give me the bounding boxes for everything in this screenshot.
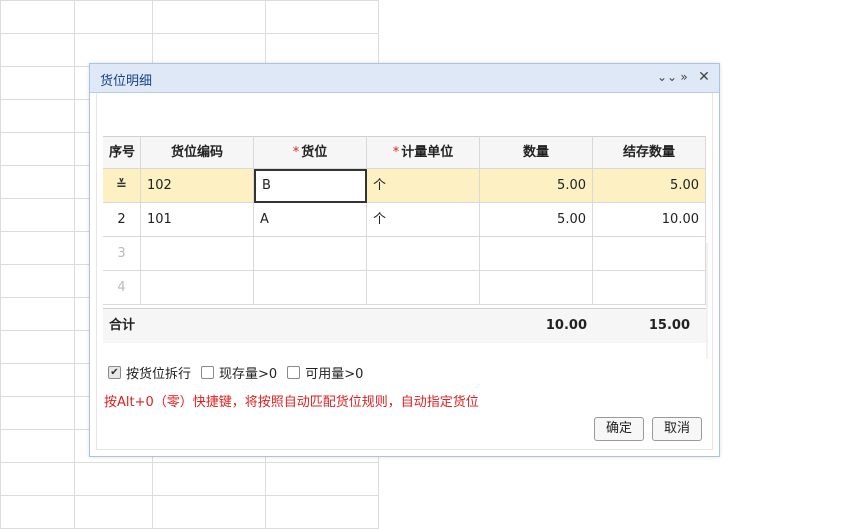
cell-unit[interactable]: [367, 271, 480, 305]
cell-balance[interactable]: [593, 271, 706, 305]
sheet-cell: [0, 0, 75, 34]
sheet-cell: [0, 231, 75, 265]
option-label: 现存量>0: [219, 367, 278, 382]
summary-qty: 10.00: [545, 318, 587, 333]
sheet-cell: [74, 462, 153, 496]
sheet-cell: [0, 132, 75, 166]
sheet-cell: [265, 495, 379, 529]
option-available-gt-zero[interactable]: 可用量>0: [287, 363, 363, 382]
header-label: 货位: [301, 145, 328, 160]
sheet-cell: [0, 462, 75, 496]
summary-row: 合计 10.00 15.00: [103, 308, 708, 343]
cell-unit[interactable]: 个: [367, 169, 480, 203]
collapse-icon[interactable]: ⌄⌄: [657, 68, 677, 86]
required-mark: *: [292, 145, 300, 160]
location-detail-dialog: 货位明细 ⌄⌄ » ✕ 序号 货位编码 * 货位 * 计量单位 数量 结存数量 ≚ 102 B 个 5.…: [89, 63, 720, 457]
sheet-cell: [0, 198, 75, 232]
sheet-cell: [0, 396, 75, 430]
header-label: 数量: [522, 145, 549, 160]
cell-balance[interactable]: 10.00: [593, 203, 706, 237]
checkbox-stock-gt-zero[interactable]: [201, 366, 215, 379]
cell-balance[interactable]: 5.00: [593, 169, 706, 203]
dialog-titlebar[interactable]: 货位明细 ⌄⌄ » ✕: [90, 64, 719, 93]
summary-label: 合计: [109, 318, 136, 333]
sheet-cell: [74, 495, 153, 529]
header-label: 货位编码: [170, 145, 223, 160]
summary-balance: 15.00: [648, 318, 690, 333]
option-stock-gt-zero[interactable]: 现存量>0: [201, 363, 277, 382]
cancel-button[interactable]: 取消: [652, 417, 702, 441]
header-col-location-code[interactable]: 货位编码: [141, 136, 254, 169]
cell-location[interactable]: [254, 237, 367, 271]
cell-unit[interactable]: 个: [367, 203, 480, 237]
cell-qty[interactable]: [480, 271, 593, 305]
sheet-cell: [152, 0, 266, 34]
sheet-cell: [152, 462, 266, 496]
cell-code[interactable]: [141, 237, 254, 271]
sheet-cell: [0, 264, 75, 298]
sheet-cell: [0, 99, 75, 133]
sheet-cell: [0, 66, 75, 100]
sheet-cell: [0, 297, 75, 331]
cell-balance[interactable]: [593, 237, 706, 271]
cell-location[interactable]: B: [254, 169, 367, 203]
shortcut-hint: 按Alt+0（零）快捷键，将按照自动匹配货位规则，自动指定货位: [104, 395, 479, 410]
scroll-up-icon[interactable]: ▲: [706, 243, 708, 255]
sheet-cell: [265, 33, 379, 67]
expand-icon[interactable]: »: [677, 68, 691, 86]
dialog-title: 货位明细: [100, 74, 153, 89]
header-col-unit[interactable]: * 计量单位: [367, 136, 480, 169]
header-label: 序号: [109, 145, 136, 160]
cell-unit[interactable]: [367, 237, 480, 271]
vertical-scrollbar[interactable]: ▲ ▼: [706, 243, 708, 359]
option-label: 按货位拆行: [126, 367, 192, 382]
cell-qty[interactable]: [480, 237, 593, 271]
header-label: 计量单位: [401, 145, 454, 160]
sheet-cell: [0, 363, 75, 397]
cell-index[interactable]: 2: [103, 203, 141, 237]
ok-button[interactable]: 确定: [594, 417, 644, 441]
sheet-cell: [74, 33, 153, 67]
cell-index[interactable]: 4: [103, 271, 141, 305]
sheet-cell: [152, 495, 266, 529]
required-mark: *: [392, 145, 400, 160]
sheet-cell: [74, 0, 153, 34]
option-label: 可用量>0: [305, 367, 364, 382]
header-col-qty[interactable]: 数量: [480, 136, 593, 169]
sheet-cell: [152, 33, 266, 67]
header-col-index[interactable]: 序号: [103, 136, 141, 169]
checkbox-split-by-location[interactable]: ✔: [108, 366, 121, 379]
cell-qty[interactable]: 5.00: [480, 169, 593, 203]
cell-location[interactable]: [254, 271, 367, 305]
cell-qty[interactable]: 5.00: [480, 203, 593, 237]
location-grid: 序号 货位编码 * 货位 * 计量单位 数量 结存数量 ≚ 102 B 个 5.00 5.00 2 101 A 个…: [103, 136, 708, 359]
cell-code[interactable]: 101: [141, 203, 254, 237]
options-bar: ✔ 按货位拆行 现存量>0 可用量>0: [108, 363, 363, 382]
sheet-cell: [265, 0, 379, 34]
sheet-cell: [265, 462, 379, 496]
header-label: 结存数量: [622, 145, 675, 160]
sheet-cell: [0, 165, 75, 199]
cell-code[interactable]: [141, 271, 254, 305]
header-col-location[interactable]: * 货位: [254, 136, 367, 169]
sheet-cell: [0, 429, 75, 463]
cell-code[interactable]: 102: [141, 169, 254, 203]
option-split-by-location[interactable]: ✔ 按货位拆行: [108, 363, 191, 382]
sheet-cell: [0, 33, 75, 67]
header-col-balance[interactable]: 结存数量: [593, 136, 706, 169]
checkbox-available-gt-zero[interactable]: [287, 366, 301, 379]
sheet-cell: [0, 495, 75, 529]
cell-location[interactable]: A: [254, 203, 367, 237]
sheet-cell: [0, 330, 75, 364]
cell-index[interactable]: 3: [103, 237, 141, 271]
close-icon[interactable]: ✕: [697, 68, 711, 86]
row-edit-icon[interactable]: ≚: [103, 169, 141, 203]
